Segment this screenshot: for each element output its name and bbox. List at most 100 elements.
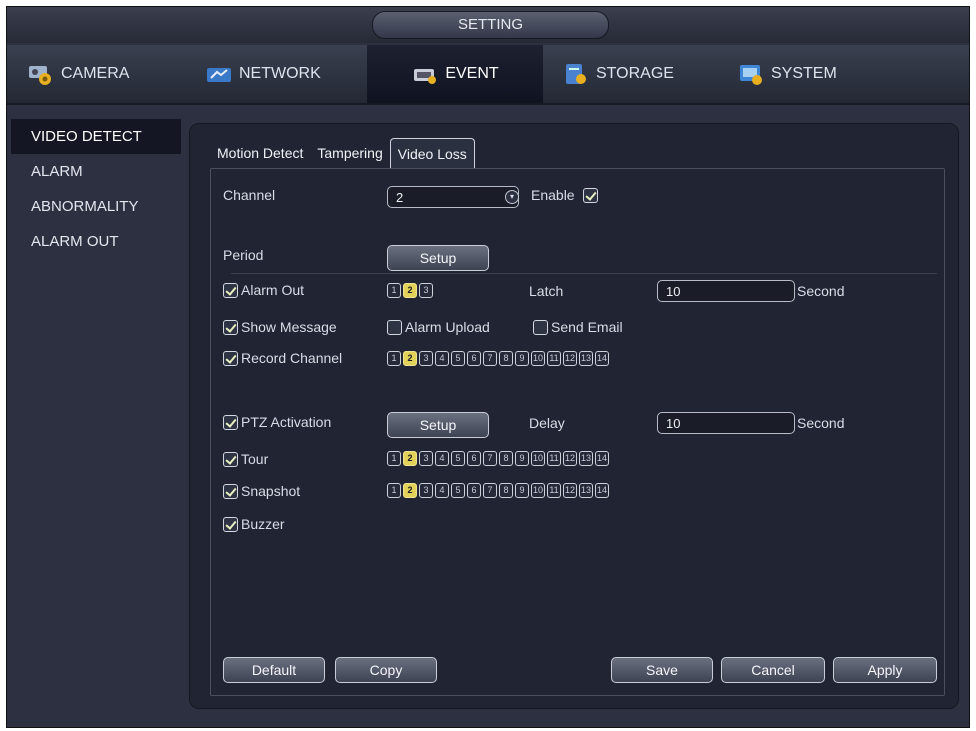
setting-window: SETTING CAMERA NETWORK EVENT STORAGE SYS… xyxy=(6,6,970,728)
alarm-out-checkbox[interactable]: Alarm Out xyxy=(223,282,304,298)
alarm-upload-checkbox[interactable]: Alarm Upload xyxy=(387,319,490,335)
channel-number-button[interactable]: 13 xyxy=(579,351,593,366)
channel-number-button[interactable]: 4 xyxy=(435,351,449,366)
channel-number-button[interactable]: 1 xyxy=(387,451,401,466)
send-email-checkbox[interactable]: Send Email xyxy=(533,319,623,335)
channel-number-button[interactable]: 11 xyxy=(547,351,561,366)
channel-number-button[interactable]: 2 xyxy=(403,483,417,498)
period-label: Period xyxy=(223,247,264,263)
channel-number-button[interactable]: 13 xyxy=(579,451,593,466)
tab-network[interactable]: NETWORK xyxy=(205,45,365,103)
channel-number-button[interactable]: 3 xyxy=(419,483,433,498)
delay-unit: Second xyxy=(797,415,845,431)
channel-number-button[interactable]: 14 xyxy=(595,483,609,498)
channel-select[interactable]: 2 ▾ xyxy=(387,186,519,208)
channel-number-button[interactable]: 14 xyxy=(595,351,609,366)
channel-number-button[interactable]: 4 xyxy=(435,483,449,498)
tab-event-label: EVENT xyxy=(445,65,499,82)
channel-number-button[interactable]: 5 xyxy=(451,451,465,466)
period-setup-button[interactable]: Setup xyxy=(387,245,489,271)
ptz-activation-checkbox[interactable]: PTZ Activation xyxy=(223,414,331,430)
channel-number-button[interactable]: 3 xyxy=(419,351,433,366)
channel-number-button[interactable]: 12 xyxy=(563,351,577,366)
channel-number-button[interactable]: 14 xyxy=(595,451,609,466)
snapshot-check-icon xyxy=(223,483,238,499)
tab-tampering[interactable]: Tampering xyxy=(310,138,389,168)
sidebar-item-video-detect[interactable]: VIDEO DETECT xyxy=(11,119,181,154)
tab-system[interactable]: SYSTEM xyxy=(737,45,907,103)
alarm-out-channels: 123 xyxy=(387,283,433,298)
channel-number-button[interactable]: 2 xyxy=(403,283,417,298)
alarm-upload-check-icon xyxy=(387,319,402,335)
cancel-button[interactable]: Cancel xyxy=(721,657,825,683)
channel-number-button[interactable]: 6 xyxy=(467,451,481,466)
channel-number-button[interactable]: 9 xyxy=(515,483,529,498)
apply-button[interactable]: Apply xyxy=(833,657,937,683)
network-icon xyxy=(205,62,233,86)
tab-video-loss[interactable]: Video Loss xyxy=(389,138,475,168)
channel-number-button[interactable]: 10 xyxy=(531,451,545,466)
channel-number-button[interactable]: 10 xyxy=(531,351,545,366)
record-channel-numbers: 1 2 3 4 5 6 7 8 9 10 11 12 13 14 xyxy=(387,351,609,366)
record-channel-checkbox[interactable]: Record Channel xyxy=(223,350,342,366)
channel-number-button[interactable]: 5 xyxy=(451,483,465,498)
sidebar-item-alarm[interactable]: ALARM xyxy=(11,154,181,189)
channel-number-button[interactable]: 1 xyxy=(387,351,401,366)
copy-button[interactable]: Copy xyxy=(335,657,437,683)
channel-number-button[interactable]: 6 xyxy=(467,483,481,498)
channel-number-button[interactable]: 11 xyxy=(547,451,561,466)
buzzer-check-icon xyxy=(223,516,238,532)
channel-number-button[interactable]: 5 xyxy=(451,351,465,366)
channel-number-button[interactable]: 8 xyxy=(499,451,513,466)
sidebar-item-alarm-out[interactable]: ALARM OUT xyxy=(11,224,181,259)
ptz-activation-check-icon xyxy=(223,414,238,430)
channel-number-button[interactable]: 7 xyxy=(483,451,497,466)
channel-number-button[interactable]: 12 xyxy=(563,483,577,498)
sidebar-item-abnormality[interactable]: ABNORMALITY xyxy=(11,189,181,224)
sub-tab-bar: Motion Detect Tampering Video Loss xyxy=(210,138,475,168)
default-button[interactable]: Default xyxy=(223,657,325,683)
channel-number-button[interactable]: 7 xyxy=(483,483,497,498)
save-button[interactable]: Save xyxy=(611,657,713,683)
snapshot-checkbox[interactable]: Snapshot xyxy=(223,483,300,499)
tour-checkbox[interactable]: Tour xyxy=(223,451,268,467)
record-channel-check-icon xyxy=(223,350,238,366)
channel-number-button[interactable]: 3 xyxy=(419,283,433,298)
channel-number-button[interactable]: 10 xyxy=(531,483,545,498)
settings-panel: Motion Detect Tampering Video Loss Chann… xyxy=(189,123,959,709)
channel-number-button[interactable]: 4 xyxy=(435,451,449,466)
channel-number-button[interactable]: 11 xyxy=(547,483,561,498)
tab-storage[interactable]: STORAGE xyxy=(562,45,732,103)
channel-number-button[interactable]: 8 xyxy=(499,483,513,498)
buzzer-checkbox[interactable]: Buzzer xyxy=(223,516,285,532)
channel-number-button[interactable]: 13 xyxy=(579,483,593,498)
channel-number-button[interactable]: 1 xyxy=(387,283,401,298)
chevron-down-icon: ▾ xyxy=(505,190,519,204)
channel-select-value: 2 xyxy=(396,190,404,205)
latch-label: Latch xyxy=(529,283,564,299)
channel-number-button[interactable]: 6 xyxy=(467,351,481,366)
delay-input[interactable]: 10 xyxy=(657,412,795,434)
channel-number-button[interactable]: 8 xyxy=(499,351,513,366)
channel-number-button[interactable]: 3 xyxy=(419,451,433,466)
send-email-label: Send Email xyxy=(551,319,623,335)
latch-input[interactable]: 10 xyxy=(657,280,795,302)
show-message-checkbox[interactable]: Show Message xyxy=(223,319,337,335)
channel-number-button[interactable]: 12 xyxy=(563,451,577,466)
delay-label: Delay xyxy=(529,415,565,431)
channel-number-button[interactable]: 9 xyxy=(515,451,529,466)
channel-number-button[interactable]: 2 xyxy=(403,451,417,466)
window-title: SETTING xyxy=(372,11,609,39)
channel-number-button[interactable]: 2 xyxy=(403,351,417,366)
channel-number-button[interactable]: 9 xyxy=(515,351,529,366)
storage-icon xyxy=(562,62,590,86)
tab-motion-detect[interactable]: Motion Detect xyxy=(210,138,310,168)
latch-unit: Second xyxy=(797,283,845,299)
ptz-setup-button[interactable]: Setup xyxy=(387,412,489,438)
enable-checkbox[interactable]: Enable xyxy=(531,187,601,203)
title-bar: SETTING xyxy=(7,7,969,43)
channel-number-button[interactable]: 7 xyxy=(483,351,497,366)
channel-number-button[interactable]: 1 xyxy=(387,483,401,498)
tab-camera[interactable]: CAMERA xyxy=(27,45,197,103)
tab-event[interactable]: EVENT xyxy=(367,45,543,103)
